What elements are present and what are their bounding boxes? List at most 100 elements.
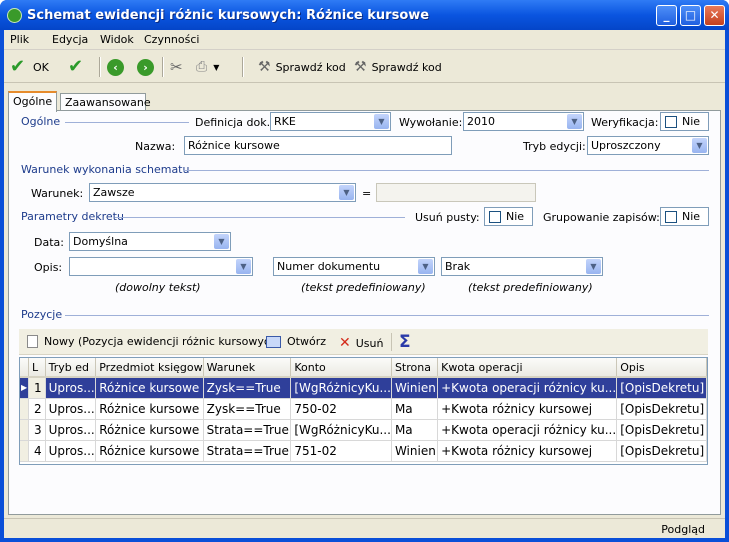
nazwa-value: Różnice kursowe	[188, 139, 280, 152]
grupowanie-label: Grupowanie zapisów:	[543, 211, 660, 224]
hint-predefined-2: (tekst predefiniowany)	[468, 281, 593, 294]
table-row[interactable]: 2 Upros... Różnice kursowe Zysk==True 750-02…	[20, 398, 707, 420]
table-cell: +Kwota różnicy kursowej	[437, 398, 618, 420]
chevron-down-icon[interactable]: ▼	[236, 259, 251, 274]
magic-wand-icon: ⚒	[354, 59, 367, 75]
save-check-button[interactable]: ✔	[68, 55, 86, 79]
check-code-button-2[interactable]: ⚒ Sprawdź kod	[354, 55, 442, 79]
grid-header-warunek[interactable]: Warunek	[203, 358, 292, 378]
grid-header-tryb[interactable]: Tryb ed	[45, 358, 97, 378]
table-row[interactable]: 3 Upros... Różnice kursowe Strata==True [WgR…	[20, 419, 707, 441]
check-code-button-1[interactable]: ⚒ Sprawdź kod	[258, 55, 346, 79]
chevron-down-icon[interactable]: ▼	[692, 138, 707, 153]
nazwa-label: Nazwa:	[135, 140, 176, 153]
row-indicator[interactable]	[20, 398, 30, 420]
equals-sign: =	[362, 187, 372, 200]
grid-header-strona[interactable]: Strona	[391, 358, 439, 378]
checkbox-box[interactable]	[489, 211, 501, 223]
grid-header-konto[interactable]: Konto	[290, 358, 392, 378]
condition-value-field	[376, 183, 536, 202]
nazwa-input[interactable]: Różnice kursowe	[184, 136, 452, 155]
ok-label: OK	[33, 60, 49, 74]
table-cell: Ma	[391, 419, 439, 441]
grupowanie-checkbox[interactable]: Nie	[660, 207, 709, 226]
chevron-down-icon[interactable]: ▼	[339, 185, 354, 200]
table-cell: [OpisDekretu]	[616, 377, 707, 399]
open-button[interactable]: Otwórz	[266, 335, 326, 348]
grid-header-przedmiot[interactable]: Przedmiot księgow	[95, 358, 204, 378]
tab-zaawansowane[interactable]: Zaawansowane	[60, 93, 151, 111]
title-bar[interactable]: Schemat ewidencji różnic kursowych: Różn…	[0, 0, 729, 30]
grid-header-l[interactable]: L	[28, 358, 46, 378]
check-icon: ✔	[10, 56, 26, 77]
table-cell: [OpisDekretu]	[616, 419, 707, 441]
table-cell: Winien	[391, 377, 439, 399]
table-cell: Winien	[391, 440, 439, 462]
chevron-down-icon[interactable]: ▼	[374, 114, 389, 129]
row-indicator[interactable]	[20, 419, 30, 441]
menu-plik[interactable]: Plik	[10, 33, 29, 46]
delete-label: Usuń	[355, 336, 384, 350]
tryb-select[interactable]: Uproszczony ▼	[587, 136, 709, 155]
check-code-label: Sprawdź kod	[275, 60, 346, 74]
back-button[interactable]: ‹	[107, 55, 124, 79]
row-indicator[interactable]	[20, 440, 30, 462]
checkbox-box[interactable]	[665, 116, 677, 128]
menu-widok[interactable]: Widok	[100, 33, 134, 46]
window: Schemat ewidencji różnic kursowych: Różn…	[0, 0, 729, 542]
chevron-down-icon[interactable]: ▼	[214, 234, 229, 249]
hint-free-text: (dowolny tekst)	[115, 281, 201, 294]
grid-header-kwota[interactable]: Kwota operacji	[437, 358, 618, 378]
minimize-button[interactable]: _	[656, 5, 677, 26]
table-row[interactable]: 4 Upros... Różnice kursowe Strata==True 751-…	[20, 440, 707, 462]
opis-select[interactable]: ▼	[69, 257, 253, 276]
maximize-button[interactable]: □	[680, 5, 701, 26]
definicja-select[interactable]: RKE ▼	[270, 112, 391, 131]
check-code-label: Sprawdź kod	[371, 60, 442, 74]
usun-pusty-checkbox[interactable]: Nie	[484, 207, 533, 226]
ok-button[interactable]: ✔ OK	[10, 55, 49, 79]
close-button[interactable]: ✕	[704, 5, 725, 26]
warunek-select[interactable]: Zawsze ▼	[89, 183, 356, 202]
new-position-button[interactable]: Nowy (Pozycja ewidencji różnic kursowych…	[27, 335, 281, 348]
checkbox-box[interactable]	[665, 211, 677, 223]
delete-button[interactable]: ✕ Usuń	[339, 335, 383, 351]
print-button[interactable]: ⎙ ▼	[196, 55, 219, 79]
table-cell: Upros...	[45, 440, 97, 462]
table-cell: Różnice kursowe	[95, 440, 204, 462]
chevron-down-icon[interactable]: ▼	[586, 259, 601, 274]
positions-grid: L Tryb ed Przedmiot księgow Warunek Kont…	[19, 357, 708, 465]
toolbar-separator	[391, 333, 392, 351]
opis-predefined-select-1[interactable]: Numer dokumentu ▼	[273, 257, 435, 276]
tools-button[interactable]: ✂	[170, 55, 183, 79]
menu-bar: Plik Edycja Widok Czynności	[4, 30, 725, 50]
table-cell: Upros...	[45, 377, 97, 399]
forward-button[interactable]: ›	[137, 55, 154, 79]
menu-czynnosci[interactable]: Czynności	[144, 33, 199, 46]
check-save-icon: ✔	[68, 56, 84, 77]
group-positions-title: Pozycje	[21, 308, 63, 321]
new-document-icon	[27, 335, 38, 348]
table-cell: 750-02	[290, 398, 392, 420]
wywolanie-label: Wywołanie:	[399, 116, 463, 129]
data-select[interactable]: Domyślna ▼	[69, 232, 231, 251]
table-row[interactable]: ▶ 1 Upros... Różnice kursowe Zysk==True [WgRó…	[20, 377, 707, 399]
arrow-right-icon: ›	[137, 58, 154, 76]
open-form-icon	[266, 335, 281, 348]
chevron-down-icon[interactable]: ▼	[567, 114, 582, 129]
table-cell: Różnice kursowe	[95, 419, 204, 441]
row-indicator[interactable]: ▶	[20, 377, 30, 399]
menu-edycja[interactable]: Edycja	[52, 33, 88, 46]
wywolanie-select[interactable]: 2010 ▼	[463, 112, 584, 131]
opis-predefined-select-2[interactable]: Brak ▼	[441, 257, 603, 276]
group-divider	[183, 170, 709, 171]
table-cell: +Kwota różnicy kursowej	[437, 440, 618, 462]
tab-ogolne[interactable]: Ogólne	[8, 91, 57, 112]
usun-pusty-value: Nie	[506, 210, 525, 223]
status-bar: Podgląd	[4, 518, 725, 538]
grid-header-opis[interactable]: Opis	[616, 358, 707, 378]
sum-button[interactable]: Σ	[399, 332, 411, 352]
chevron-down-icon[interactable]: ▼	[418, 259, 433, 274]
group-divider	[65, 122, 189, 123]
weryfikacja-checkbox[interactable]: Nie	[660, 112, 709, 131]
